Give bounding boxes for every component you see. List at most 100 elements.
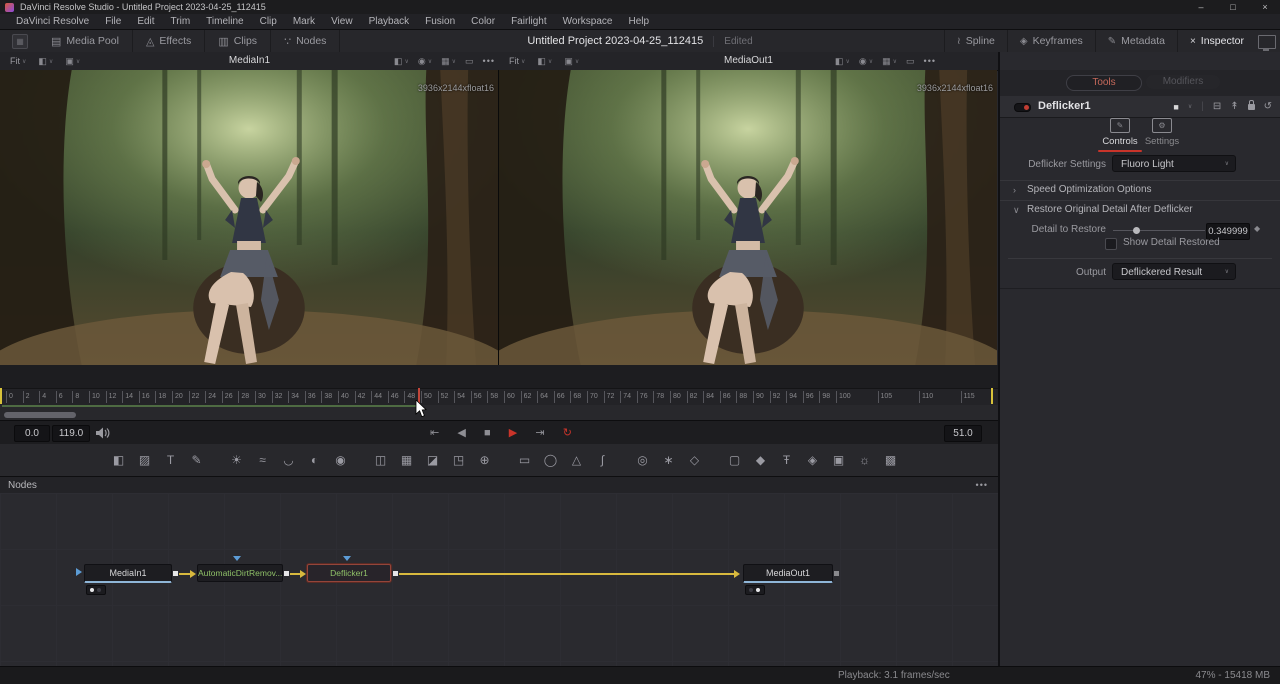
guides-dropdown[interactable]: ▦∨ <box>882 56 897 67</box>
color-controls-dropdown[interactable]: ◉∨ <box>418 56 432 67</box>
keyframe-diamond-icon[interactable]: ◆ <box>1254 224 1260 233</box>
minimize-button[interactable]: – <box>1186 0 1216 14</box>
background-tool[interactable]: ◧ <box>111 453 126 467</box>
menu-item[interactable]: Timeline <box>198 14 251 30</box>
transform-tool[interactable]: ⊕ <box>477 453 492 467</box>
left-viewer[interactable]: 3936x2144xfloat16 <box>0 70 498 365</box>
point-tracker-tool[interactable]: ∗ <box>661 453 676 467</box>
lock-icon[interactable] <box>1248 104 1255 110</box>
node-deflicker1[interactable]: Deflicker1 <box>307 564 391 582</box>
blur-tool[interactable]: ◉ <box>333 453 348 467</box>
node-mediain1[interactable]: MediaIn1 <box>84 564 172 583</box>
paint-tool[interactable]: ✎ <box>189 453 204 467</box>
color-corrector-tool[interactable]: ☀ <box>229 453 244 467</box>
brightness-contrast-tool[interactable]: ◐ <box>307 453 322 467</box>
menu-item[interactable]: Trim <box>163 14 199 30</box>
panel-button[interactable]: ◬ Effects <box>133 30 205 52</box>
shape-3d-tool[interactable]: ◆ <box>753 453 768 467</box>
matte-control-tool[interactable]: ◪ <box>425 453 440 467</box>
hue-curves-tool[interactable]: ◡ <box>281 453 296 467</box>
panel-button[interactable]: ∵ Nodes <box>271 30 340 52</box>
node-mask-input-triangle[interactable] <box>343 556 351 561</box>
show-detail-checkbox[interactable] <box>1105 238 1117 250</box>
detail-slider-track[interactable] <box>1113 230 1205 231</box>
guides-dropdown[interactable]: ▦∨ <box>441 56 456 67</box>
menu-item[interactable]: Fairlight <box>503 14 555 30</box>
merge-tool[interactable]: ◫ <box>373 453 388 467</box>
color-controls-dropdown[interactable]: ◉∨ <box>859 56 873 67</box>
tracker-tool[interactable]: ◎ <box>635 453 650 467</box>
audio-mute-icon[interactable] <box>96 427 111 439</box>
node-mask-input-triangle[interactable] <box>233 556 241 561</box>
fast-noise-tool[interactable]: ▨ <box>137 453 152 467</box>
split-view-dropdown[interactable]: ◧∨ <box>38 56 53 67</box>
menu-item[interactable]: Mark <box>285 14 323 30</box>
camera-3d-tool[interactable]: ▣ <box>831 453 846 467</box>
panel-button[interactable]: ≀ Spline <box>944 30 1007 52</box>
node-output-square[interactable] <box>393 571 398 576</box>
deflicker-settings-dropdown[interactable]: Fluoro Light ∨ <box>1112 155 1236 172</box>
stereo-dropdown[interactable]: ▣∨ <box>564 56 579 67</box>
speed-optimization-section[interactable]: › Speed Optimization Options <box>1000 180 1280 199</box>
clean-feed-icon[interactable] <box>1258 35 1276 49</box>
right-viewer[interactable]: 3936x2144xfloat16 <box>499 70 997 365</box>
node-color-swatch[interactable]: ■ <box>1173 102 1178 112</box>
menu-item[interactable]: Color <box>463 14 503 30</box>
interface-toggle-icon[interactable]: ▦ <box>12 34 28 49</box>
frame-icon[interactable]: ▭ <box>906 56 915 67</box>
menu-item[interactable]: File <box>97 14 129 30</box>
node-input-triangle[interactable] <box>76 568 82 576</box>
bspline-mask-tool[interactable]: ∫ <box>595 453 610 467</box>
chevron-down-icon[interactable]: ∨ <box>1188 103 1192 110</box>
polygon-mask-tool[interactable]: △ <box>569 453 584 467</box>
node-output-square[interactable] <box>284 571 289 576</box>
panel-button[interactable]: ▤ Media Pool <box>38 30 133 52</box>
panel-button[interactable]: ✎ Metadata <box>1095 30 1177 52</box>
close-button[interactable]: × <box>1250 0 1280 14</box>
tab-tools[interactable]: Tools <box>1066 75 1142 91</box>
spot-light-tool[interactable]: ☼ <box>857 453 872 467</box>
menu-item[interactable]: Clip <box>252 14 285 30</box>
nodes-options-menu[interactable]: ••• <box>976 477 988 494</box>
subtab-controls[interactable]: ✎ Controls <box>1098 118 1142 152</box>
channel-booleans-tool[interactable]: ▦ <box>399 453 414 467</box>
resize-tool[interactable]: ◳ <box>451 453 466 467</box>
panel-button[interactable]: ◈ Keyframes <box>1007 30 1095 52</box>
image-plane-3d-tool[interactable]: ▢ <box>727 453 742 467</box>
range-in-field[interactable]: 0.0 <box>14 425 50 442</box>
node-output-square[interactable] <box>834 571 839 576</box>
tab-modifiers[interactable]: Modifiers <box>1146 75 1220 89</box>
current-frame-field[interactable]: 51.0 <box>944 425 982 442</box>
restore-detail-section[interactable]: ∨ Restore Original Detail After Deflicke… <box>1000 200 1280 219</box>
stereo-dropdown[interactable]: ▣∨ <box>65 56 80 67</box>
menu-item[interactable]: View <box>323 14 361 30</box>
menu-item[interactable]: DaVinci Resolve <box>8 14 97 30</box>
subtab-settings[interactable]: ⚙ Settings <box>1140 118 1184 147</box>
node-output-square[interactable] <box>173 571 178 576</box>
roi-dropdown[interactable]: ◧∨ <box>835 56 850 67</box>
output-dropdown[interactable]: Deflickered Result ∨ <box>1112 263 1236 280</box>
detail-slider-knob[interactable] <box>1133 227 1140 234</box>
node-mediaout1[interactable]: MediaOut1 <box>743 564 833 583</box>
play-reverse[interactable]: ◀ <box>457 423 465 443</box>
timeline-scroll-handle[interactable] <box>4 412 76 418</box>
renderer-3d-tool[interactable]: ▩ <box>883 453 898 467</box>
viewer-assign-dots[interactable] <box>745 585 765 595</box>
color-curves-tool[interactable]: ≈ <box>255 453 270 467</box>
loop[interactable]: ↻ <box>563 423 572 443</box>
timeline-ruler[interactable]: 0246810121416182022242628303234363840424… <box>0 388 998 405</box>
roi-dropdown[interactable]: ◧∨ <box>394 56 409 67</box>
merge-3d-tool[interactable]: ◈ <box>805 453 820 467</box>
planar-tracker-tool[interactable]: ◇ <box>687 453 702 467</box>
range-out-field[interactable]: 119.0 <box>52 425 90 442</box>
render-range-start-marker[interactable] <box>0 388 2 404</box>
maximize-button[interactable]: □ <box>1218 0 1248 14</box>
ellipse-mask-tool[interactable]: ◯ <box>543 453 558 467</box>
split-view-dropdown[interactable]: ◧∨ <box>537 56 552 67</box>
go-last[interactable]: ⇥ <box>535 423 544 443</box>
go-first[interactable]: ⇤ <box>430 423 439 443</box>
stop[interactable]: ■ <box>484 423 491 443</box>
menu-item[interactable]: Playback <box>361 14 418 30</box>
frame-icon[interactable]: ▭ <box>465 56 474 67</box>
viewer-options-menu[interactable]: ••• <box>483 56 495 66</box>
